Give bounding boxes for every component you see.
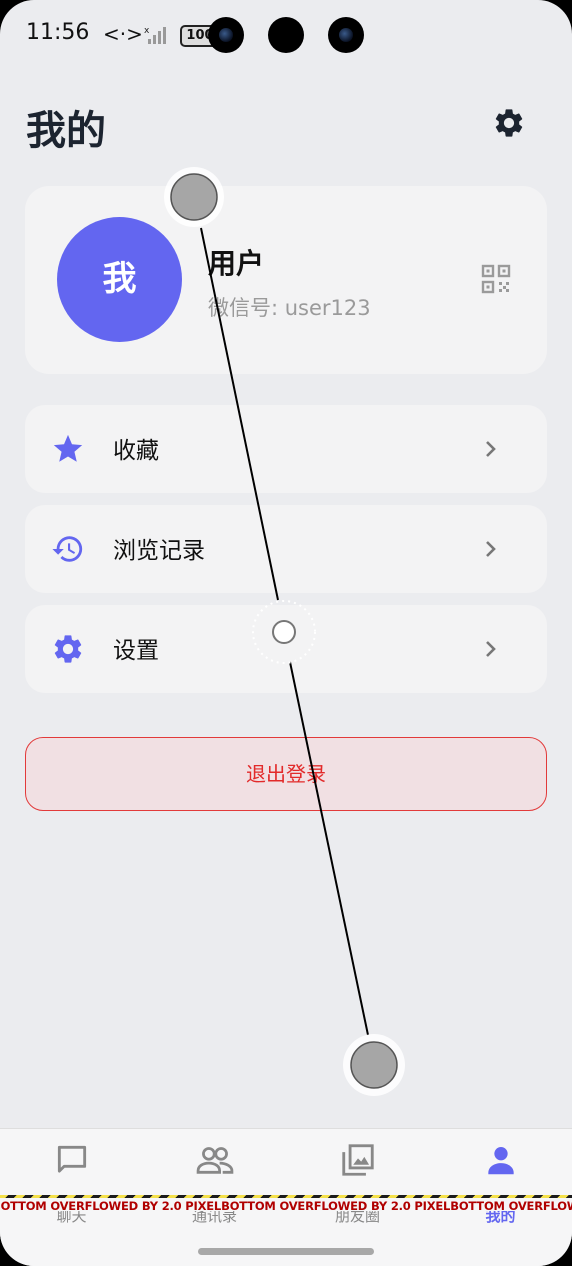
tab-contacts[interactable]: 通讯录 [143,1141,286,1231]
chevron-right-icon [486,441,496,457]
logout-button[interactable]: 退出登录 [25,737,547,811]
contacts-icon [196,1147,233,1174]
gallery-icon [341,1144,374,1176]
touch-point-end [343,1034,405,1096]
signal-icon: x [144,26,166,44]
overflow-warning-strip: BOTTOM OVERFLOWED BY 2.0 PIXELSBOTTOM OV… [0,1195,572,1211]
overflow-warning-text: BOTTOM OVERFLOWED BY 2.0 PIXELS [221,1198,458,1211]
overflow-warning-text: BOTTOM OVERFLOWED BY 2.0 PIXELS [0,1198,229,1211]
avatar[interactable]: 我 [57,217,182,342]
user-name: 用户 [208,247,265,280]
history-icon [52,536,83,562]
chevron-right-icon [486,541,496,557]
menu-item-label: 收藏 [113,438,159,464]
nfc-icon: <·> [103,22,143,46]
wechat-id: 微信号: user123 [208,296,371,320]
settings-gear-icon[interactable] [492,106,526,140]
menu-item-favorites[interactable]: 收藏 [25,405,547,493]
tab-moments[interactable]: 朋友圈 [286,1141,429,1231]
profile-card[interactable]: 我 用户 微信号: user123 [25,186,547,374]
menu-item-settings[interactable]: 设置 [25,605,547,693]
overflow-warning-text: BOTTOM OVERFLOWED BY 2.0 PIXELS [450,1198,572,1211]
svg-text:x: x [144,26,150,36]
home-indicator[interactable] [198,1248,374,1255]
touch-point-end [350,1041,398,1089]
camera-icon [328,17,364,53]
qr-code-icon[interactable] [481,264,511,294]
menu-item-label: 浏览记录 [113,538,205,564]
phone-screen: 11:56 <·> x 100 我的 我 用户 微信号: user123 收藏 … [0,0,572,1266]
gear-icon [54,635,82,663]
status-bar: 11:56 <·> x 100 [0,0,572,70]
tab-chat[interactable]: 聊天 [0,1141,143,1231]
gesture-path [289,661,369,1036]
chat-icon [57,1145,86,1173]
menu-item-history[interactable]: 浏览记录 [25,505,547,593]
chevron-right-icon [486,641,496,657]
camera-cutout [268,17,304,53]
tab-me[interactable]: 我的 [429,1141,572,1231]
person-icon [487,1147,514,1175]
camera-icon [208,17,244,53]
star-icon [53,434,83,462]
menu-item-label: 设置 [113,638,159,664]
status-time: 11:56 [26,20,90,45]
page-title: 我的 [26,108,106,154]
